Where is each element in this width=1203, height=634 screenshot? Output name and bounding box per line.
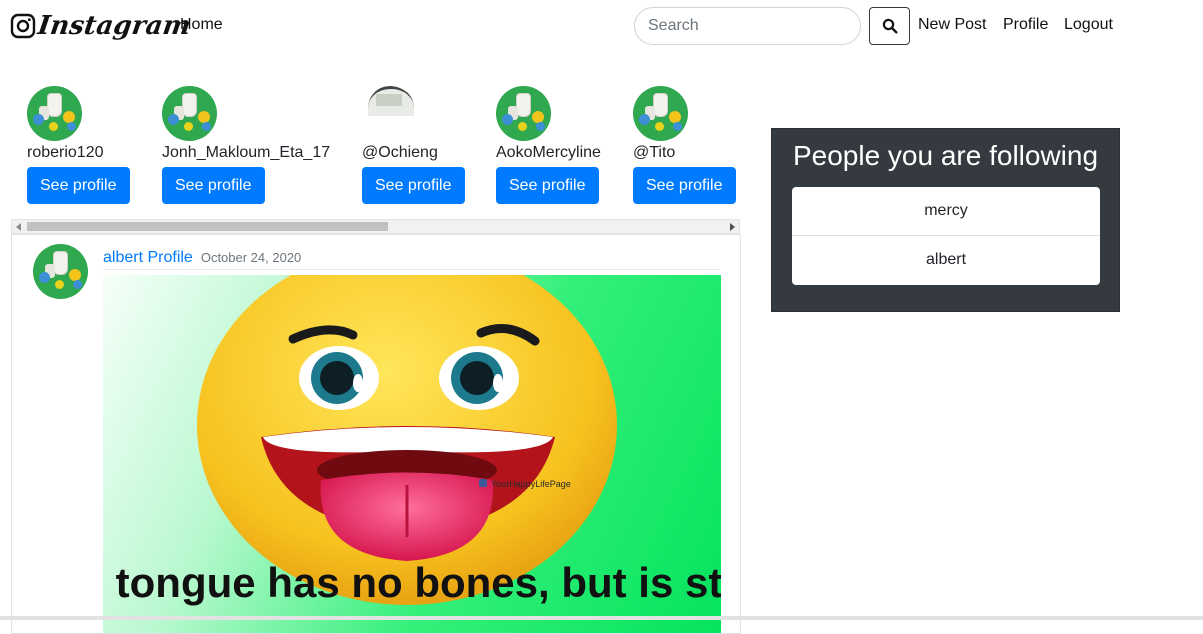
profile-username: Jonh_Makloum_Eta_17 (162, 144, 331, 161)
post-author-avatar[interactable] (33, 244, 88, 299)
profile-card: roberio120 See profile (27, 86, 130, 204)
instagram-camera-icon (10, 13, 36, 39)
see-profile-button[interactable]: See profile (633, 167, 736, 204)
nav-logout-link[interactable]: Logout (1064, 16, 1113, 34)
see-profile-button[interactable]: See profile (27, 167, 130, 204)
emoji-illustration: YourHappyLifePage “The tongue has no bon… (103, 275, 721, 606)
nav-profile-link[interactable]: Profile (1003, 16, 1048, 34)
avatar[interactable] (633, 86, 688, 141)
window-bottom-edge (0, 616, 1203, 620)
search-input[interactable] (634, 7, 861, 45)
brand-name: Instagram (35, 11, 193, 41)
search-icon (882, 18, 898, 34)
post-card: albert Profile October 24, 2020 YourHapp… (11, 234, 741, 634)
nav-home-link[interactable]: Home (180, 16, 223, 34)
following-item[interactable]: mercy (792, 187, 1100, 236)
profile-card: @Ochieng See profile (362, 86, 465, 204)
post-date: October 24, 2020 (200, 250, 302, 265)
navbar: Instagram Home New Post Profile Logout (0, 0, 1203, 52)
profile-card: Jonh_Makloum_Eta_17 See profile (162, 86, 330, 204)
avatar[interactable] (162, 86, 217, 141)
profile-username: roberio120 (27, 144, 104, 161)
post-author-link[interactable]: albert Profile (103, 249, 193, 266)
profile-card: @Tito See profile (633, 86, 736, 204)
following-item[interactable]: albert (792, 236, 1100, 285)
profile-username: AokoMercyline (496, 144, 601, 161)
post-header: albert Profile October 24, 2020 (103, 249, 720, 270)
avatar[interactable] (496, 86, 551, 141)
following-panel: People you are following mercy albert (771, 128, 1120, 312)
nav-new-post-link[interactable]: New Post (918, 16, 986, 34)
horizontal-scrollbar[interactable] (11, 219, 740, 234)
scroll-right-icon[interactable] (730, 223, 735, 231)
profile-card: AokoMercyline See profile (496, 86, 601, 204)
profile-username: @Tito (633, 144, 676, 161)
post-image[interactable]: YourHappyLifePage “The tongue has no bon… (103, 275, 721, 633)
image-caption: “The tongue has no bones, but is strong (103, 559, 721, 606)
scrollbar-thumb[interactable] (27, 222, 388, 231)
see-profile-button[interactable]: See profile (162, 167, 265, 204)
following-list: mercy albert (792, 187, 1100, 285)
scroll-left-icon[interactable] (16, 223, 21, 231)
following-title: People you are following (792, 140, 1099, 171)
search-button[interactable] (869, 7, 910, 45)
profile-username: @Ochieng (362, 144, 438, 161)
avatar[interactable] (362, 86, 417, 141)
brand-logo[interactable]: Instagram (10, 9, 193, 43)
see-profile-button[interactable]: See profile (496, 167, 599, 204)
profiles-strip: roberio120 See profile Jonh_Makloum_Eta_… (0, 86, 740, 218)
avatar[interactable] (27, 86, 82, 141)
see-profile-button[interactable]: See profile (362, 167, 465, 204)
image-watermark: YourHappyLifePage (491, 479, 571, 489)
